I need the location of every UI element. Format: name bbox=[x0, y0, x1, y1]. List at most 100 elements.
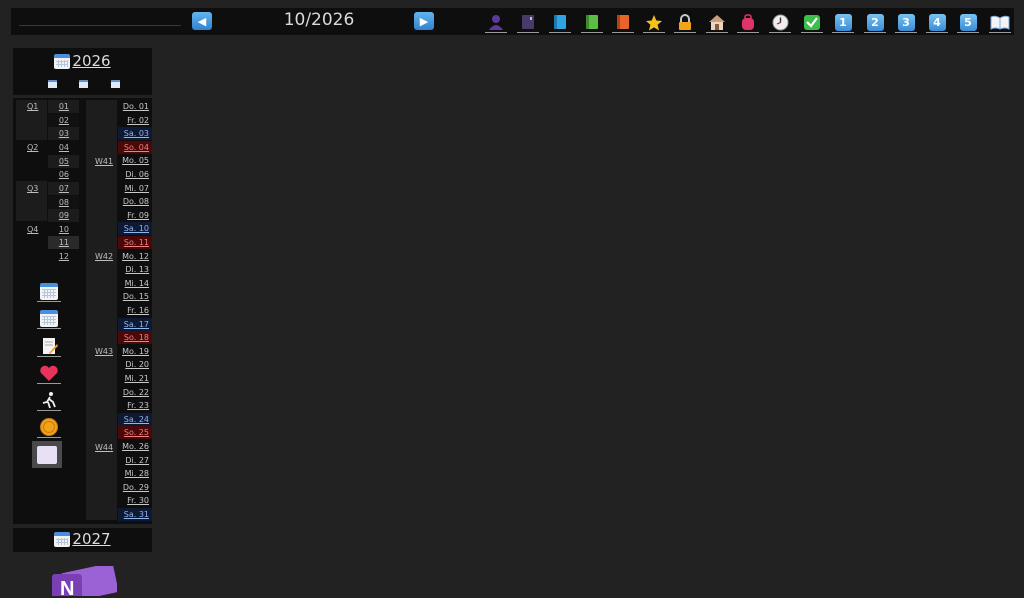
mini-calendar-icon[interactable] bbox=[79, 80, 88, 88]
month-cell-selected[interactable]: 11 bbox=[48, 236, 79, 249]
month-link[interactable]: 08 bbox=[59, 196, 69, 209]
day-link[interactable]: Mi. 14 bbox=[118, 277, 152, 290]
day-link[interactable]: Di. 27 bbox=[118, 454, 152, 467]
month-link[interactable]: 03 bbox=[59, 127, 69, 140]
prev-month-button[interactable]: ◀ bbox=[192, 12, 212, 30]
year-link[interactable]: 2026 bbox=[13, 52, 152, 70]
day-link[interactable]: Do. 22 bbox=[118, 386, 152, 399]
lock-icon[interactable] bbox=[674, 12, 696, 33]
month-cell[interactable]: 08 bbox=[48, 196, 79, 209]
mini-calendar-icon[interactable] bbox=[111, 80, 120, 88]
calendar-icon[interactable] bbox=[37, 308, 61, 329]
month-cell[interactable]: 03 bbox=[48, 127, 79, 140]
person-icon[interactable] bbox=[485, 12, 507, 33]
calendar-icon bbox=[54, 531, 71, 547]
day-link[interactable]: Mi. 21 bbox=[118, 372, 152, 385]
day-link[interactable]: So. 04 bbox=[118, 140, 152, 154]
day-link[interactable]: Di. 13 bbox=[118, 263, 152, 276]
month-link[interactable]: 10 bbox=[59, 223, 69, 236]
green-book-icon[interactable] bbox=[581, 12, 603, 33]
backpack-icon[interactable] bbox=[737, 12, 759, 33]
day-link[interactable]: Di. 06 bbox=[118, 168, 152, 181]
day-link[interactable]: Sa. 31 bbox=[118, 508, 152, 521]
runner-icon[interactable] bbox=[37, 390, 61, 411]
onenote-icon[interactable]: N bbox=[50, 563, 119, 598]
day-link[interactable]: Mo. 05 bbox=[118, 154, 152, 167]
coin-icon[interactable] bbox=[37, 417, 61, 438]
day-link[interactable]: Do. 15 bbox=[118, 290, 152, 303]
day-link[interactable]: Sa. 24 bbox=[118, 412, 152, 426]
month-cell[interactable]: 09 bbox=[48, 209, 79, 222]
open-book-icon[interactable] bbox=[989, 12, 1011, 33]
month-link[interactable]: 11 bbox=[59, 236, 69, 249]
week-link[interactable]: W44 bbox=[95, 441, 113, 454]
star-icon[interactable] bbox=[643, 12, 665, 33]
month-link[interactable]: 09 bbox=[59, 209, 69, 222]
blank-page-button[interactable] bbox=[32, 441, 62, 468]
day-link[interactable]: Di. 20 bbox=[118, 358, 152, 371]
month-link[interactable]: 12 bbox=[59, 250, 69, 263]
notepad-pencil-icon[interactable] bbox=[37, 336, 61, 357]
day-link[interactable]: Fr. 09 bbox=[118, 209, 152, 222]
month-calendar-panel: Q1 Q2 Q3 Q4 01 02 03 04 05 06 07 08 09 1… bbox=[13, 98, 152, 524]
day-link[interactable]: So. 25 bbox=[118, 426, 152, 440]
month-link[interactable]: 02 bbox=[59, 114, 69, 127]
day-link[interactable]: Sa. 10 bbox=[118, 222, 152, 236]
heart-icon[interactable] bbox=[37, 363, 61, 384]
blue-book-icon[interactable] bbox=[549, 12, 571, 33]
dark-notebook-icon[interactable] bbox=[517, 12, 539, 33]
mini-calendar-icon[interactable] bbox=[48, 80, 57, 88]
month-link[interactable]: 05 bbox=[59, 155, 69, 168]
orange-book-icon[interactable] bbox=[612, 12, 634, 33]
calendar-icon bbox=[54, 53, 71, 69]
clock-icon[interactable] bbox=[769, 12, 791, 33]
day-link[interactable]: Fr. 02 bbox=[118, 114, 152, 127]
month-link[interactable]: 06 bbox=[59, 168, 69, 181]
day-link[interactable]: Sa. 17 bbox=[118, 317, 152, 331]
month-cell[interactable]: 10 bbox=[48, 223, 79, 236]
month-cell[interactable]: 12 bbox=[48, 250, 79, 263]
checkmark-icon[interactable] bbox=[801, 12, 823, 33]
week-link[interactable]: W43 bbox=[95, 345, 113, 358]
week-link[interactable]: W42 bbox=[95, 250, 113, 263]
day-link[interactable]: Fr. 30 bbox=[118, 494, 152, 507]
day-link[interactable]: Fr. 16 bbox=[118, 304, 152, 317]
day-link[interactable]: Do. 29 bbox=[118, 481, 152, 494]
month-cell[interactable]: 02 bbox=[48, 114, 79, 127]
next-year-link[interactable]: 2027 bbox=[13, 530, 152, 548]
month-link[interactable]: 07 bbox=[59, 182, 69, 195]
month-cell[interactable]: 05 bbox=[48, 155, 79, 168]
day-link[interactable]: Do. 01 bbox=[118, 100, 152, 113]
current-month-label: 10/2026 bbox=[283, 10, 355, 30]
day-link[interactable]: Mi. 07 bbox=[118, 182, 152, 195]
number-3-icon[interactable]: 3 bbox=[895, 12, 917, 33]
day-link[interactable]: Do. 08 bbox=[118, 195, 152, 208]
month-link[interactable]: 04 bbox=[59, 141, 69, 154]
quarter-link[interactable]: Q3 bbox=[27, 182, 38, 195]
quarter-link[interactable]: Q1 bbox=[27, 100, 38, 113]
day-link[interactable]: Mo. 12 bbox=[118, 250, 152, 263]
calendar-icon[interactable] bbox=[37, 281, 61, 302]
house-icon[interactable] bbox=[706, 12, 728, 33]
quarter-link[interactable]: Q4 bbox=[27, 223, 38, 236]
quarter-link[interactable]: Q2 bbox=[27, 141, 38, 154]
day-link[interactable]: So. 18 bbox=[118, 331, 152, 345]
day-link[interactable]: Mo. 26 bbox=[118, 440, 152, 453]
search-underline[interactable] bbox=[19, 25, 181, 26]
next-month-button[interactable]: ▶ bbox=[414, 12, 434, 30]
number-5-icon[interactable]: 5 bbox=[957, 12, 979, 33]
month-cell[interactable]: 04 bbox=[48, 141, 79, 154]
number-1-icon[interactable]: 1 bbox=[832, 12, 854, 33]
day-link[interactable]: Fr. 23 bbox=[118, 399, 152, 412]
day-link[interactable]: Mi. 28 bbox=[118, 467, 152, 480]
day-link[interactable]: So. 11 bbox=[118, 236, 152, 249]
month-cell[interactable]: 01 bbox=[48, 100, 79, 113]
month-link[interactable]: 01 bbox=[59, 100, 69, 113]
day-link[interactable]: Sa. 03 bbox=[118, 127, 152, 141]
week-link[interactable]: W41 bbox=[95, 155, 113, 168]
number-2-icon[interactable]: 2 bbox=[864, 12, 886, 33]
month-cell[interactable]: 06 bbox=[48, 168, 79, 181]
day-link[interactable]: Mo. 19 bbox=[118, 345, 152, 358]
month-cell[interactable]: 07 bbox=[48, 182, 79, 195]
number-4-icon[interactable]: 4 bbox=[926, 12, 948, 33]
